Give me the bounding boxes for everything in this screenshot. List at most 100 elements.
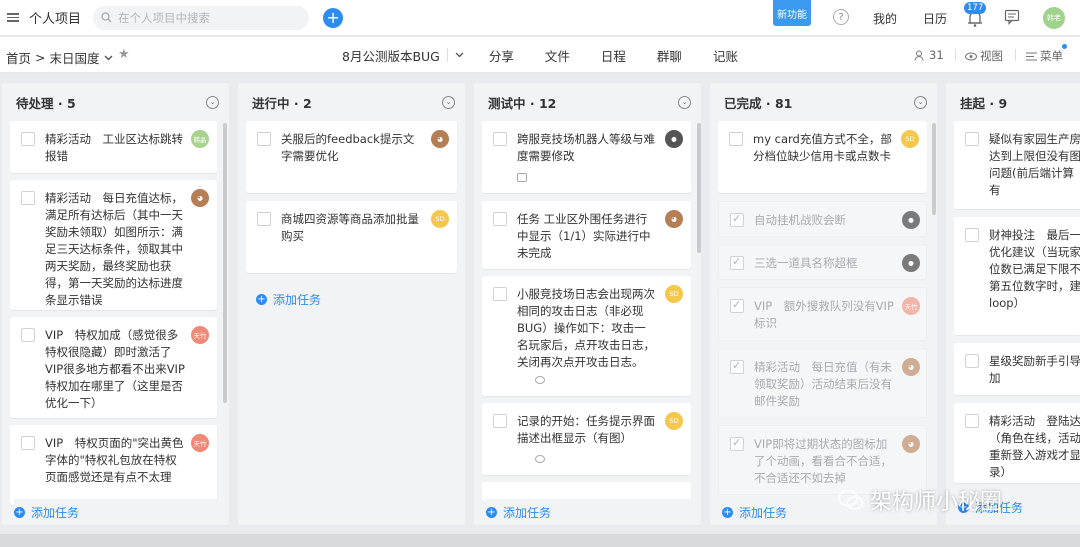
help-icon[interactable]: ? bbox=[833, 9, 849, 25]
task-checkbox[interactable] bbox=[21, 132, 35, 146]
tab-divider bbox=[446, 48, 448, 62]
menu-icon[interactable] bbox=[7, 13, 19, 22]
task-title: VIP即将过期状态的图标加了个动画，看看合不合适，不合适还不如去掉 bbox=[754, 437, 892, 485]
task-checkbox[interactable] bbox=[730, 298, 744, 313]
horizontal-scrollbar[interactable] bbox=[0, 534, 1080, 547]
add-button[interactable]: + bbox=[323, 7, 344, 28]
column-title: 待处理 · 5 bbox=[16, 95, 76, 111]
task-checkbox[interactable] bbox=[257, 212, 271, 226]
task-checkbox[interactable] bbox=[493, 212, 507, 226]
task-card[interactable]: 精彩活动 每日充值达标，满足所有达标后（其中一天奖励未领取）如图所示：满足三天达… bbox=[10, 180, 217, 310]
task-checkbox[interactable] bbox=[21, 436, 35, 450]
tab-share[interactable]: 分享 bbox=[489, 46, 514, 65]
star-icon[interactable]: ★ bbox=[118, 47, 130, 62]
task-card[interactable]: VIP 特权页面的"突出黄色字体的"特权礼包放在特权页面感觉还是有点不太理 天竹 bbox=[10, 425, 217, 505]
task-checkbox[interactable] bbox=[729, 132, 743, 146]
collapse-icon[interactable]: ⌄ bbox=[206, 95, 219, 109]
column-testing: 测试中 · 12 ⌄ 跨服竞技场机器人等级与难度需要修改 ● 任务 工业区外围任… bbox=[474, 83, 701, 525]
task-checkbox[interactable] bbox=[730, 359, 744, 374]
task-card[interactable]: 精彩活动 每日充值（有未领取奖励）活动结束后没有邮件奖励 ◕ bbox=[718, 348, 927, 418]
task-checkbox[interactable] bbox=[730, 436, 744, 451]
assignee-avatar: SD bbox=[665, 412, 683, 430]
wechat-icon bbox=[838, 489, 864, 510]
task-card[interactable]: 记录的开始：任务提示界面描述出框显示（有图） SD bbox=[482, 403, 691, 475]
task-card[interactable]: 自动挂机战败会断 ● bbox=[718, 201, 927, 237]
task-title: 精彩活动 工业区达标跳转报错 bbox=[45, 132, 183, 163]
menu-dot-indicator bbox=[1062, 44, 1067, 49]
task-card[interactable]: my card充值方式不全，部分档位缺少信用卡或点数卡 SD bbox=[718, 121, 927, 193]
task-checkbox[interactable] bbox=[493, 414, 507, 428]
assignee-avatar: 天竹 bbox=[191, 434, 209, 452]
mine-link[interactable]: 我的 bbox=[873, 10, 897, 27]
view-label: 视图 bbox=[980, 49, 1003, 63]
card-meta bbox=[517, 455, 545, 464]
add-task-button[interactable]: + 添加任务 bbox=[486, 499, 691, 525]
task-card[interactable]: 精彩活动 工业区达标跳转报错 韩晶 bbox=[10, 121, 217, 173]
plus-icon: + bbox=[486, 506, 497, 518]
task-checkbox[interactable] bbox=[965, 132, 979, 146]
task-checkbox[interactable] bbox=[965, 354, 979, 368]
collapse-icon[interactable]: ⌄ bbox=[442, 95, 455, 109]
task-checkbox[interactable] bbox=[965, 414, 979, 428]
column-header: 测试中 · 12 ⌄ bbox=[474, 83, 701, 121]
task-checkbox[interactable] bbox=[965, 228, 979, 242]
add-task-label: 添加任务 bbox=[503, 505, 552, 520]
search-placeholder: 在个人项目中搜索 bbox=[118, 10, 211, 25]
add-task-button[interactable]: + 添加任务 bbox=[256, 291, 321, 308]
task-card[interactable]: 星级奖励新手引导加 bbox=[954, 343, 1080, 395]
task-card[interactable]: 三选一道具名称超框 ● bbox=[718, 244, 927, 280]
search-input[interactable]: 在个人项目中搜索 bbox=[93, 5, 310, 30]
task-checkbox[interactable] bbox=[493, 287, 507, 301]
task-checkbox[interactable] bbox=[257, 132, 271, 146]
chevron-down-icon[interactable] bbox=[104, 55, 113, 61]
task-checkbox[interactable] bbox=[493, 132, 507, 146]
tab-accounting[interactable]: 记账 bbox=[713, 46, 738, 65]
new-feature-badge[interactable]: 新功能 bbox=[773, 0, 811, 26]
view-button[interactable]: 视图 bbox=[965, 48, 1003, 64]
project-title[interactable]: 个人项目 bbox=[29, 8, 81, 27]
breadcrumb-home[interactable]: 首页 bbox=[6, 48, 31, 67]
task-title: 自动挂机战败会断 bbox=[754, 213, 846, 227]
task-card[interactable]: 商城四资源等商品添加批量购买 SD bbox=[246, 201, 457, 273]
card-meta bbox=[753, 173, 763, 182]
task-title: 关服后的feedback提示文字需要优化 bbox=[281, 132, 415, 163]
scrollbar[interactable] bbox=[223, 123, 227, 403]
breadcrumb-separator: > bbox=[35, 50, 46, 65]
chevron-down-icon[interactable] bbox=[455, 52, 464, 58]
user-avatar[interactable]: 韩老 bbox=[1043, 7, 1065, 29]
scrollbar[interactable] bbox=[697, 123, 701, 253]
collapse-icon[interactable]: ⌄ bbox=[914, 95, 927, 109]
task-checkbox[interactable] bbox=[730, 255, 744, 270]
task-checkbox[interactable] bbox=[21, 191, 35, 205]
task-card[interactable]: 任务 工业区外围任务进行中显示（1/1）实际进行中未完成 ◕ bbox=[482, 201, 691, 269]
task-card[interactable]: 精彩活动 登陆达（角色在线，活动重新登入游戏才显录） bbox=[954, 403, 1080, 483]
column-header: 进行中 · 2 ⌄ bbox=[238, 83, 465, 121]
task-card[interactable]: VIP 额外搜救队列没有VIP标识 天竹 bbox=[718, 287, 927, 341]
task-card[interactable]: 小服竞技场日志会出现两次相同的攻击日志（非必现BUG）操作如下：攻击一名玩家后，… bbox=[482, 276, 691, 396]
task-card[interactable]: 关服后的feedback提示文字需要优化 ◕ bbox=[246, 121, 457, 193]
tab-files[interactable]: 文件 bbox=[545, 46, 570, 65]
tab-board[interactable]: 8月公测版本BUG bbox=[342, 46, 440, 65]
assignee-avatar: ◕ bbox=[191, 189, 209, 207]
task-card[interactable]: 疑似有家园生产房达到上限但没有图问题(前后端计算有 bbox=[954, 121, 1080, 209]
task-card[interactable]: VIP 特权加成（感觉很多特权很隐藏）即时激活了VIP很多地方都看不出来VIP … bbox=[10, 317, 217, 418]
task-card[interactable]: 跨服竞技场机器人等级与难度需要修改 ● bbox=[482, 121, 691, 193]
task-title: 三选一道具名称超框 bbox=[754, 256, 858, 270]
task-card[interactable]: 财神投注 最后一优化建议（当玩家位数已满足下限不第五位数字时，建loop） bbox=[954, 217, 1080, 335]
collapse-icon[interactable]: ⌄ bbox=[678, 95, 691, 109]
scrollbar[interactable] bbox=[932, 123, 936, 215]
column-pending: 待处理 · 5 ⌄ 精彩活动 工业区达标跳转报错 韩晶 精彩活动 每日充值达标，… bbox=[2, 83, 229, 525]
tab-schedule[interactable]: 日程 bbox=[601, 46, 626, 65]
breadcrumb-current[interactable]: 末日国度 bbox=[50, 48, 100, 67]
menu-label: 菜单 bbox=[1040, 49, 1063, 63]
task-checkbox[interactable] bbox=[21, 328, 35, 342]
tab-group-chat[interactable]: 群聊 bbox=[657, 46, 682, 65]
members-button[interactable]: 31 bbox=[914, 48, 944, 62]
message-icon[interactable] bbox=[1004, 9, 1020, 25]
add-task-button[interactable]: + 添加任务 bbox=[14, 499, 219, 525]
menu-button[interactable]: 菜单 bbox=[1026, 48, 1063, 64]
column-done: 已完成 · 81 ⌄ my card充值方式不全，部分档位缺少信用卡或点数卡 S… bbox=[710, 83, 937, 525]
calendar-link[interactable]: 日历 bbox=[923, 10, 947, 27]
task-checkbox[interactable] bbox=[730, 212, 744, 227]
task-title: VIP 特权页面的"突出黄色字体的"特权礼包放在特权页面感觉还是有点不太理 bbox=[45, 436, 184, 484]
